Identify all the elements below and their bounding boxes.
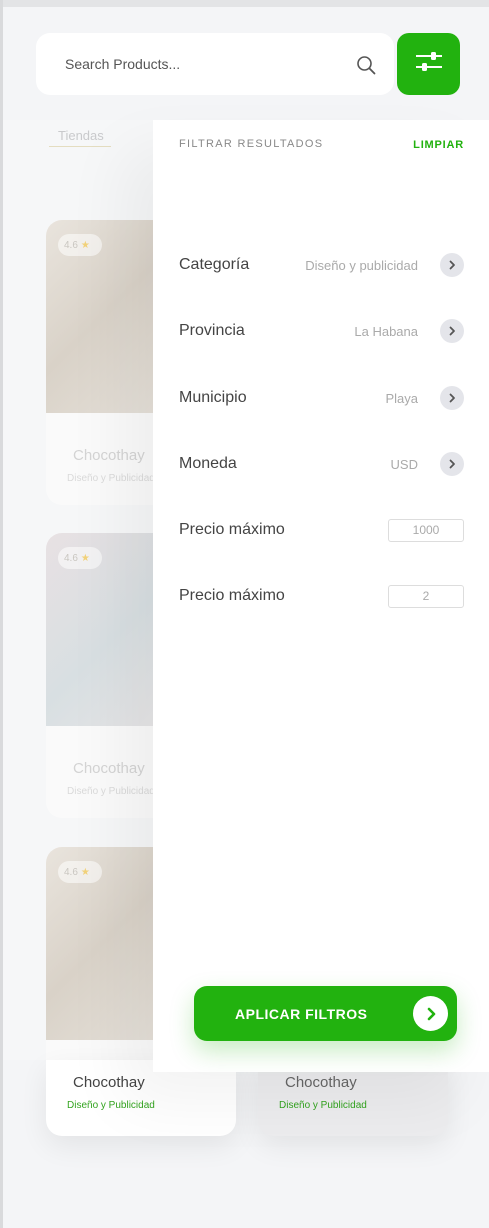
filter-button[interactable]: [397, 33, 460, 95]
chevron-right-icon[interactable]: [440, 319, 464, 343]
star-icon: ★: [80, 866, 90, 878]
top-bar: [3, 7, 489, 120]
filter-row-provincia[interactable]: Provincia La Habana: [179, 316, 464, 346]
search-icon[interactable]: [356, 55, 376, 75]
filter-value: Diseño y publicidad: [305, 257, 418, 273]
filter-label: Categoría: [179, 256, 250, 273]
tab-underline: [49, 146, 111, 147]
filter-label: Precio máximo: [179, 521, 285, 538]
product-category: Diseño y Publicidad: [67, 786, 155, 797]
apply-filters-label: APLICAR FILTROS: [235, 1005, 368, 1022]
clear-filters-button[interactable]: LIMPIAR: [413, 139, 464, 151]
window-top-border: [0, 0, 489, 7]
filter-row-precio-maximo: Precio máximo: [179, 515, 464, 545]
search-bar[interactable]: [36, 33, 394, 95]
product-title: Chocothay: [73, 1074, 145, 1091]
chevron-right-icon[interactable]: [440, 452, 464, 476]
sliders-icon: [415, 50, 443, 79]
chevron-right-icon[interactable]: [440, 253, 464, 277]
filter-row-precio-maximo-2: Precio máximo: [179, 581, 464, 611]
chevron-right-icon: [413, 996, 448, 1031]
filter-label: Municipio: [179, 389, 247, 406]
filter-panel: FILTRAR RESULTADOS LIMPIAR Categoría Dis…: [153, 120, 489, 1072]
product-title: Chocothay: [73, 447, 145, 464]
filter-value: USD: [390, 456, 418, 472]
apply-filters-button[interactable]: APLICAR FILTROS: [194, 986, 457, 1041]
filter-label: Moneda: [179, 455, 237, 472]
max-price-input-2[interactable]: [388, 584, 464, 608]
chevron-right-icon[interactable]: [440, 386, 464, 410]
bottom-cards-area: Chocothay Diseño y Publicidad Chocothay …: [3, 1060, 489, 1228]
tab-tiendas[interactable]: Tiendas: [58, 128, 104, 143]
filter-row-moneda[interactable]: Moneda USD: [179, 449, 464, 479]
filter-value: La Habana: [354, 323, 418, 339]
product-title: Chocothay: [73, 760, 145, 777]
star-icon: ★: [80, 552, 90, 564]
star-icon: ★: [80, 239, 90, 251]
max-price-input[interactable]: [388, 518, 464, 542]
search-input[interactable]: [65, 56, 335, 72]
rating-badge: 4.6 ★: [58, 234, 102, 256]
rating-badge: 4.6 ★: [58, 861, 102, 883]
product-category: Diseño y Publicidad: [279, 1100, 367, 1111]
filter-label: Precio máximo: [179, 587, 285, 604]
filter-value: Playa: [385, 390, 418, 406]
filter-row-categoria[interactable]: Categoría Diseño y publicidad: [179, 250, 464, 280]
product-title: Chocothay: [285, 1074, 357, 1091]
filter-panel-heading: FILTRAR RESULTADOS: [179, 138, 324, 150]
product-category: Diseño y Publicidad: [67, 1100, 155, 1111]
filter-label: Provincia: [179, 322, 245, 339]
rating-badge: 4.6 ★: [58, 547, 102, 569]
product-category: Diseño y Publicidad: [67, 473, 155, 484]
filter-row-municipio[interactable]: Municipio Playa: [179, 383, 464, 413]
